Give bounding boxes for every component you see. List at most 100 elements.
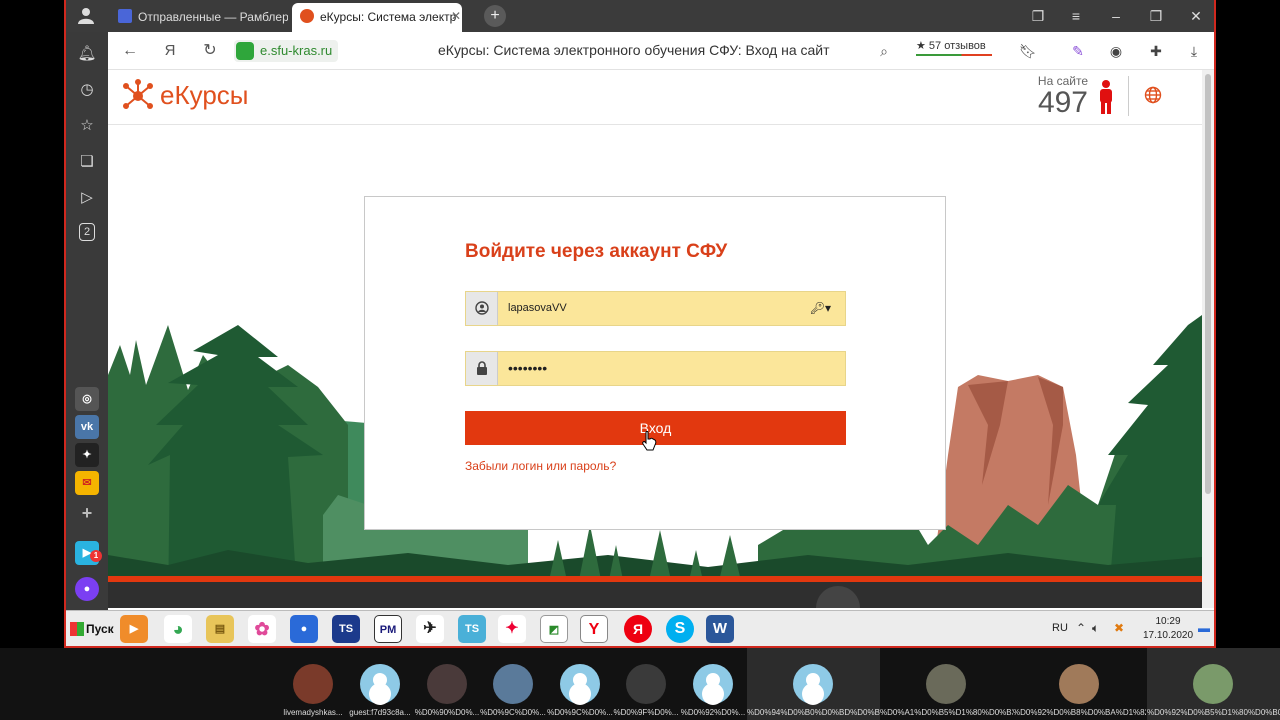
system-clock[interactable]: 10:29 17.10.2020 bbox=[1140, 615, 1196, 643]
yandex-logo-icon[interactable]: Я bbox=[160, 41, 180, 61]
reviews-button[interactable]: ★ 57 отзывов bbox=[916, 39, 992, 56]
browser-sidebar: 🔔︎ ◷ ☆ ❏ ▷ 2 ◎ vk ✦ ✉ + ▶ 1 ● bbox=[66, 32, 108, 646]
collections-icon[interactable]: ❏ bbox=[76, 151, 98, 173]
participant-tile[interactable]: livemadyshkas... bbox=[280, 648, 346, 720]
participant-tile[interactable]: %D0%92%D0%... bbox=[680, 648, 746, 720]
site-logo[interactable]: еКурсы bbox=[120, 78, 248, 116]
clock-date: 17.10.2020 bbox=[1142, 630, 1194, 641]
start-label: Пуск bbox=[86, 622, 114, 636]
search-icon[interactable]: ⌕ bbox=[874, 41, 894, 61]
chart-app-icon[interactable]: ◩ bbox=[540, 615, 568, 643]
profile-icon[interactable] bbox=[76, 6, 96, 26]
bookmark-icon[interactable]: 🔖︎ bbox=[1018, 41, 1038, 61]
participant-name: %D0%90%D0%... bbox=[414, 708, 480, 717]
word-icon[interactable]: W bbox=[706, 615, 734, 643]
instagram-icon[interactable]: ◎ bbox=[75, 387, 99, 411]
tab-close-icon[interactable]: ✕ bbox=[446, 6, 466, 26]
avatar bbox=[626, 664, 666, 704]
lock-icon bbox=[236, 42, 254, 60]
favorites-star-icon[interactable]: ☆ bbox=[76, 115, 98, 137]
protect-icon[interactable]: ◉ bbox=[1106, 41, 1126, 61]
participant-tile[interactable]: %D0%9F%D0%... bbox=[613, 648, 679, 720]
history-icon[interactable]: ◷ bbox=[76, 79, 98, 101]
scroll-top-button[interactable] bbox=[816, 586, 860, 608]
bookmarks-panel-icon[interactable]: ❐ bbox=[1028, 6, 1048, 26]
language-indicator[interactable]: RU bbox=[1052, 622, 1068, 634]
rating-bar bbox=[916, 54, 992, 56]
participant-name: %D0%9C%D0%... bbox=[480, 708, 546, 717]
login-form: Войдите через аккаунт СФУ lapasovaVV 🔑︎▾… bbox=[364, 196, 946, 530]
participant-name: livemadyshkas... bbox=[283, 708, 343, 717]
participant-name: %D0%92%D0%... bbox=[680, 708, 746, 717]
refresh-icon[interactable]: ↻ bbox=[200, 41, 220, 61]
pm-app-icon[interactable]: PM bbox=[374, 615, 402, 643]
sparkle-app-icon[interactable]: ✦ bbox=[75, 443, 99, 467]
play-icon[interactable]: ▷ bbox=[76, 187, 98, 209]
participant-name: %D0%A1%D0%B5%D1%80%D0%B3%D0%B5%D0%B9 bbox=[880, 708, 1013, 717]
globe-icon[interactable] bbox=[1144, 86, 1162, 104]
participant-tile[interactable]: %D0%A1%D0%B5%D1%80%D0%B3%D0%B5%D0%B9 bbox=[880, 648, 1013, 720]
paint-app-icon[interactable]: ● bbox=[290, 615, 318, 643]
tab-rambler[interactable]: Отправленные — Рамблер bbox=[110, 3, 288, 32]
participant-tile[interactable]: %D0%92%D0%B5%D1%80%D0%B0... bbox=[1147, 648, 1280, 720]
online-counter: На сайте 497 bbox=[1032, 74, 1088, 118]
yandex-icon[interactable]: Я bbox=[624, 615, 652, 643]
show-desktop-icon[interactable]: ▬ bbox=[1198, 621, 1210, 635]
tray-expand-icon[interactable]: ⌃ bbox=[1076, 621, 1086, 635]
password-manager-key-icon[interactable]: 🔑︎▾ bbox=[810, 292, 831, 325]
participant-tile[interactable]: %D0%94%D0%B0%D0%BD%D0%B8... bbox=[747, 648, 880, 720]
scrollbar-thumb[interactable] bbox=[1205, 74, 1211, 494]
explorer-icon[interactable]: ▤ bbox=[206, 615, 234, 643]
address-bar: ← Я ↻ e.sfu-kras.ru еКурсы: Система элек… bbox=[108, 32, 1214, 70]
skype-icon[interactable]: S bbox=[666, 615, 694, 643]
photo-app-icon[interactable]: ✿ bbox=[248, 615, 276, 643]
volume-icon[interactable]: 🔈︎ bbox=[1092, 621, 1099, 636]
participant-tile[interactable]: guest:f7d93c8a... bbox=[347, 648, 413, 720]
url-field[interactable]: e.sfu-kras.ru bbox=[234, 40, 339, 62]
tabs-count-icon[interactable]: 2 bbox=[79, 223, 95, 241]
page-scrollbar[interactable] bbox=[1202, 70, 1214, 608]
add-app-icon[interactable]: + bbox=[75, 501, 99, 525]
mail-icon bbox=[118, 9, 132, 23]
ekursy-favicon-icon bbox=[300, 9, 314, 23]
media-player-icon[interactable]: ▶ bbox=[120, 615, 148, 643]
forgot-password-link[interactable]: Забыли логин или пароль? bbox=[465, 459, 616, 473]
participant-tile[interactable]: %D0%92%D0%B8%D0%BA%D1%82... bbox=[1013, 648, 1146, 720]
participant-tile[interactable]: %D0%9C%D0%... bbox=[547, 648, 613, 720]
avatar bbox=[360, 664, 400, 704]
password-value: •••••••• bbox=[508, 360, 548, 376]
alice-icon[interactable]: ● bbox=[75, 577, 99, 601]
mail-app-icon[interactable]: ✉ bbox=[75, 471, 99, 495]
online-count: 497 bbox=[1037, 86, 1088, 119]
vk-icon[interactable]: vk bbox=[75, 415, 99, 439]
restore-icon[interactable]: ❐ bbox=[1146, 6, 1166, 26]
notification-badge: 1 bbox=[90, 550, 102, 562]
avatar bbox=[560, 664, 600, 704]
menu-icon[interactable]: ≡ bbox=[1066, 6, 1086, 26]
username-field[interactable]: lapasovaVV 🔑︎▾ bbox=[465, 291, 846, 326]
windows-taskbar: Пуск ▶ ◕ ▤ ✿ ● TS PM ✈ TS ✦ ◩ Y Я S W RU… bbox=[66, 610, 1214, 646]
extensions-icon[interactable]: ✚ bbox=[1146, 41, 1166, 61]
start-button[interactable]: Пуск bbox=[68, 617, 118, 641]
pen-icon[interactable]: ✎ bbox=[1068, 41, 1088, 61]
participant-name: %D0%94%D0%B0%D0%BD%D0%B8... bbox=[747, 708, 880, 717]
tab-ekursy[interactable]: еКурсы: Система электр bbox=[292, 3, 462, 32]
yandex-browser-icon[interactable]: Y bbox=[580, 615, 608, 643]
participant-tile[interactable]: %D0%9C%D0%... bbox=[480, 648, 546, 720]
network-icon[interactable]: ✖ bbox=[1114, 621, 1124, 635]
ts-player-icon[interactable]: TS bbox=[458, 615, 486, 643]
notifications-icon[interactable]: 🔔︎ bbox=[76, 43, 98, 65]
url-text: e.sfu-kras.ru bbox=[260, 43, 333, 58]
password-field[interactable]: •••••••• bbox=[465, 351, 846, 386]
parrot-app-icon[interactable]: ✦ bbox=[498, 615, 526, 643]
participant-tile[interactable]: %D0%90%D0%... bbox=[414, 648, 480, 720]
bird-app-icon[interactable]: ✈ bbox=[416, 615, 444, 643]
avatar bbox=[427, 664, 467, 704]
new-tab-button[interactable]: + bbox=[484, 5, 506, 27]
close-icon[interactable]: ✕ bbox=[1186, 6, 1206, 26]
chrome-icon[interactable]: ◕ bbox=[164, 615, 192, 643]
minimize-icon[interactable]: – bbox=[1106, 6, 1126, 26]
back-arrow-icon[interactable]: ← bbox=[120, 41, 140, 61]
download-icon[interactable]: ⤓ bbox=[1184, 41, 1204, 61]
ts-app-icon[interactable]: TS bbox=[332, 615, 360, 643]
